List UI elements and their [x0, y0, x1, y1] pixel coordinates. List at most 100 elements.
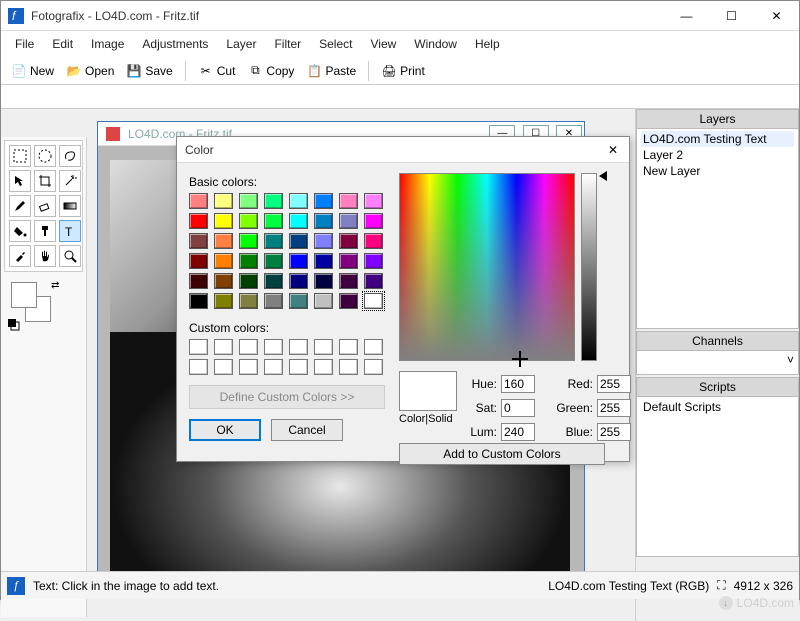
custom-color-cell[interactable]: [289, 339, 308, 355]
custom-color-cell[interactable]: [364, 339, 383, 355]
tool-rect-select[interactable]: [9, 145, 31, 167]
layer-item[interactable]: Layer 2: [641, 147, 794, 163]
basic-color-cell[interactable]: [239, 233, 258, 249]
foreground-color-swatch[interactable]: [11, 282, 37, 308]
print-button[interactable]: 🖨Print: [377, 61, 429, 81]
basic-color-cell[interactable]: [189, 213, 208, 229]
basic-color-cell[interactable]: [264, 253, 283, 269]
basic-color-cell[interactable]: [339, 233, 358, 249]
layer-item[interactable]: New Layer: [641, 163, 794, 179]
tool-lasso[interactable]: [59, 145, 81, 167]
custom-color-cell[interactable]: [239, 339, 258, 355]
layer-item[interactable]: LO4D.com Testing Text: [641, 131, 794, 147]
custom-color-cell[interactable]: [314, 339, 333, 355]
reset-colors-icon[interactable]: [7, 318, 21, 335]
tool-crop[interactable]: [34, 170, 56, 192]
menu-view[interactable]: View: [362, 35, 404, 53]
menu-filter[interactable]: Filter: [266, 35, 309, 53]
tool-move[interactable]: [9, 170, 31, 192]
close-button[interactable]: ✕: [754, 1, 799, 31]
custom-color-cell[interactable]: [314, 359, 333, 375]
basic-color-cell[interactable]: [189, 273, 208, 289]
cut-button[interactable]: ✂Cut: [194, 61, 240, 81]
basic-color-cell[interactable]: [214, 253, 233, 269]
sat-input[interactable]: [501, 399, 535, 417]
basic-color-cell[interactable]: [239, 213, 258, 229]
basic-color-cell[interactable]: [314, 213, 333, 229]
basic-color-cell[interactable]: [314, 233, 333, 249]
basic-color-cell[interactable]: [239, 293, 258, 309]
basic-color-cell[interactable]: [364, 273, 383, 289]
custom-color-cell[interactable]: [289, 359, 308, 375]
basic-color-cell[interactable]: [239, 273, 258, 289]
custom-color-cell[interactable]: [364, 359, 383, 375]
tool-ellipse-select[interactable]: [34, 145, 56, 167]
tool-text[interactable]: T: [59, 220, 81, 242]
hue-input[interactable]: [501, 375, 535, 393]
luminance-pointer-icon[interactable]: [599, 171, 607, 181]
ok-button[interactable]: OK: [189, 419, 261, 441]
copy-button[interactable]: ⧉Copy: [243, 61, 298, 81]
menu-select[interactable]: Select: [311, 35, 360, 53]
custom-color-cell[interactable]: [239, 359, 258, 375]
luminance-slider[interactable]: [581, 173, 597, 361]
basic-color-cell[interactable]: [239, 193, 258, 209]
basic-color-cell[interactable]: [289, 273, 308, 289]
basic-color-cell[interactable]: [264, 213, 283, 229]
basic-color-cell[interactable]: [364, 253, 383, 269]
cancel-button[interactable]: Cancel: [271, 419, 343, 441]
custom-color-cell[interactable]: [339, 359, 358, 375]
custom-color-cell[interactable]: [339, 339, 358, 355]
tool-eyedropper[interactable]: [9, 245, 31, 267]
basic-color-cell[interactable]: [289, 233, 308, 249]
custom-color-cell[interactable]: [264, 359, 283, 375]
basic-color-cell[interactable]: [364, 233, 383, 249]
open-button[interactable]: 📂Open: [62, 61, 118, 81]
basic-color-cell[interactable]: [264, 193, 283, 209]
menu-image[interactable]: Image: [83, 35, 132, 53]
menu-layer[interactable]: Layer: [218, 35, 264, 53]
basic-color-cell[interactable]: [214, 273, 233, 289]
basic-color-cell[interactable]: [339, 193, 358, 209]
custom-color-cell[interactable]: [189, 339, 208, 355]
basic-color-cell[interactable]: [314, 253, 333, 269]
scripts-panel-header[interactable]: Scripts: [637, 378, 798, 397]
basic-color-cell[interactable]: [214, 233, 233, 249]
basic-color-cell[interactable]: [214, 193, 233, 209]
basic-color-cell[interactable]: [314, 293, 333, 309]
basic-color-cell[interactable]: [339, 213, 358, 229]
add-to-custom-colors-button[interactable]: Add to Custom Colors: [399, 443, 605, 465]
basic-color-cell[interactable]: [214, 213, 233, 229]
custom-color-cell[interactable]: [214, 339, 233, 355]
basic-color-cell[interactable]: [364, 213, 383, 229]
color-dialog-close-button[interactable]: ✕: [597, 137, 629, 163]
save-button[interactable]: 💾Save: [122, 61, 176, 81]
basic-color-cell[interactable]: [364, 293, 383, 309]
basic-color-cell[interactable]: [264, 273, 283, 289]
script-item[interactable]: Default Scripts: [641, 399, 794, 415]
tool-hand[interactable]: [34, 245, 56, 267]
channels-panel-header[interactable]: Channels: [637, 332, 798, 351]
layers-panel-header[interactable]: Layers: [637, 110, 798, 129]
maximize-button[interactable]: ☐: [709, 1, 754, 31]
tool-zoom[interactable]: [59, 245, 81, 267]
basic-color-cell[interactable]: [189, 293, 208, 309]
lum-input[interactable]: [501, 423, 535, 441]
tool-brush[interactable]: [9, 195, 31, 217]
menu-file[interactable]: File: [7, 35, 42, 53]
basic-color-cell[interactable]: [314, 273, 333, 289]
basic-color-cell[interactable]: [339, 293, 358, 309]
basic-color-cell[interactable]: [214, 293, 233, 309]
tool-bucket[interactable]: [9, 220, 31, 242]
basic-color-cell[interactable]: [314, 193, 333, 209]
basic-color-cell[interactable]: [339, 273, 358, 289]
basic-color-cell[interactable]: [289, 293, 308, 309]
basic-color-cell[interactable]: [264, 293, 283, 309]
basic-color-cell[interactable]: [264, 233, 283, 249]
custom-color-cell[interactable]: [264, 339, 283, 355]
blue-input[interactable]: [597, 423, 631, 441]
menu-edit[interactable]: Edit: [44, 35, 81, 53]
menu-help[interactable]: Help: [467, 35, 508, 53]
basic-color-cell[interactable]: [189, 193, 208, 209]
basic-color-cell[interactable]: [189, 253, 208, 269]
